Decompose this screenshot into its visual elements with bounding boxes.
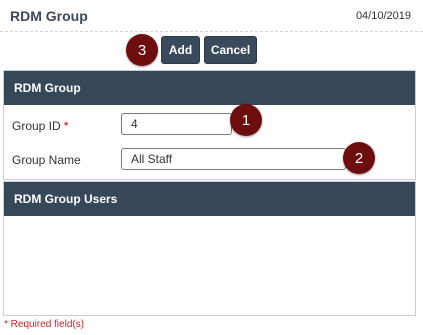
group-id-input[interactable] [121, 113, 232, 135]
callout-marker-2: 2 [343, 142, 375, 174]
required-fields-note: * Required field(s) [4, 319, 85, 330]
group-id-label-text: Group ID [12, 119, 61, 133]
page-title: RDM Group [10, 8, 88, 24]
page-header: RDM Group 04/10/2019 [0, 0, 423, 32]
rdm-group-users-panel-header: RDM Group Users [4, 182, 415, 216]
page-date: 04/10/2019 [355, 10, 411, 22]
rdm-group-panel-header: RDM Group [4, 71, 415, 105]
callout-marker-3: 3 [126, 34, 158, 66]
callout-marker-1: 1 [230, 104, 262, 136]
group-id-label: Group ID * [12, 119, 68, 133]
required-marker: * [63, 119, 69, 133]
add-button[interactable]: Add [161, 36, 200, 64]
rdm-group-users-panel: RDM Group Users [3, 181, 416, 316]
group-name-input[interactable] [121, 148, 346, 170]
cancel-button[interactable]: Cancel [204, 36, 257, 64]
group-name-label: Group Name [12, 153, 81, 167]
